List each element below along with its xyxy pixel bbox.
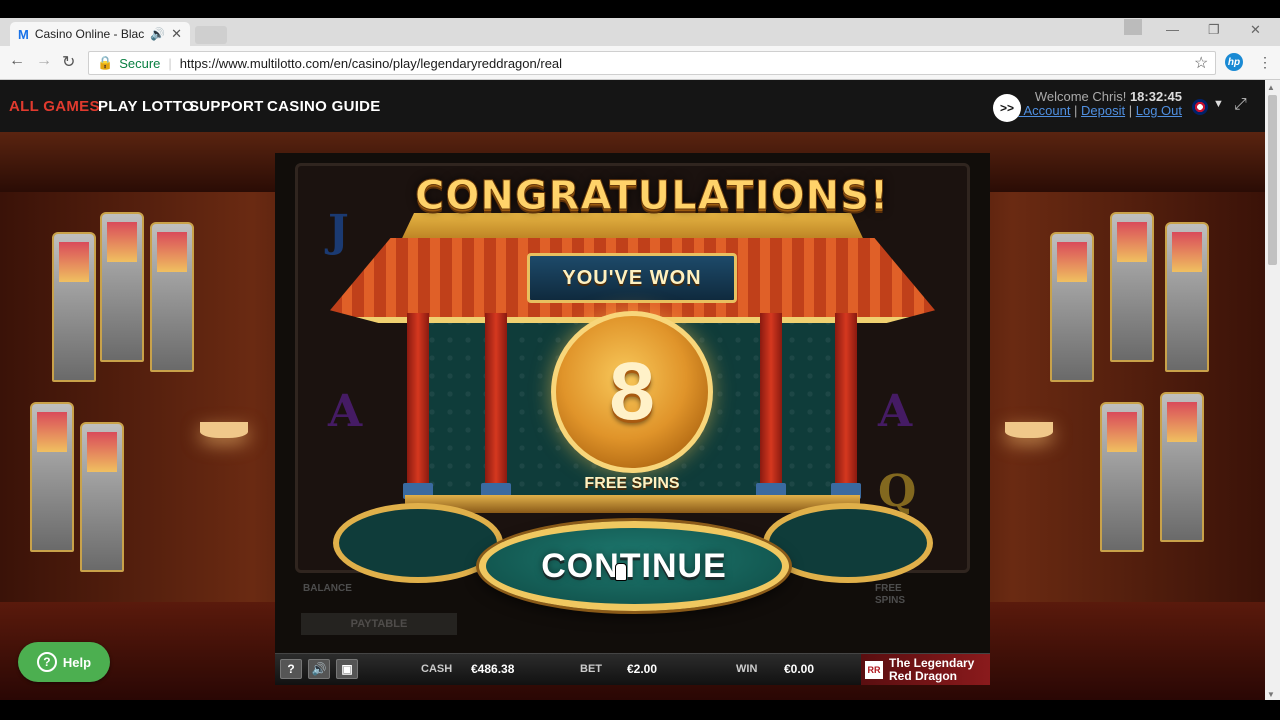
help-widget-button[interactable]: ? Help (18, 642, 110, 682)
pillar (407, 313, 429, 493)
screen: M Casino Online - Black 🔊 ✕ — ❐ ✕ ← → ↻ … (0, 0, 1280, 720)
reload-icon[interactable]: ↻ (62, 52, 75, 72)
log-out-link[interactable]: Log Out (1136, 103, 1182, 118)
uk-flag-icon[interactable] (1192, 99, 1208, 115)
forward-icon[interactable]: → (36, 52, 52, 70)
profile-icon[interactable] (1124, 19, 1142, 35)
pillar (835, 313, 857, 493)
new-tab-button[interactable] (195, 26, 227, 44)
close-window-icon[interactable]: ✕ (1250, 22, 1261, 38)
welcome-text: Welcome Chris! (1034, 89, 1127, 104)
url-text: https://www.multilotto.com/en/casino/pla… (179, 55, 563, 71)
address-bar[interactable]: 🔒 Secure | https://www.multilotto.com/en… (88, 51, 1216, 75)
slot-machine-decor (150, 222, 194, 372)
divider: | (168, 55, 172, 71)
lock-icon: 🔒 (97, 55, 114, 70)
fast-forward-button[interactable]: >> (993, 94, 1021, 122)
help-label: Help (62, 654, 92, 670)
menu-play-lotto[interactable]: PLAY LOTTO (98, 98, 194, 115)
stage-platform (405, 495, 860, 513)
speaker-icon: 🔊 (150, 27, 166, 41)
win-value: €0.00 (784, 662, 815, 676)
win-label: WIN (736, 663, 758, 675)
slot-game[interactable]: J A A Q BALANCE FREE SPINS PAYTABLE CONG… (275, 153, 990, 685)
pillar (760, 313, 782, 493)
hand-cursor-icon (615, 563, 627, 581)
clock: 18:32:45 (1129, 89, 1182, 104)
hp-extension-icon[interactable]: hp (1225, 53, 1243, 71)
ornament-right (763, 503, 933, 583)
account-links: My Account | Deposit | Log Out (1003, 103, 1182, 118)
game-brand: RR The Legendary Red Dragon (861, 654, 990, 685)
slot-machine-decor (1100, 402, 1144, 552)
slot-machine-decor (100, 212, 144, 362)
tab-title: Casino Online - Black (34, 27, 145, 41)
cash-value: €486.38 (471, 662, 515, 676)
bookmark-star-icon[interactable]: ☆ (1194, 53, 1208, 73)
bet-value: €2.00 (627, 662, 658, 676)
help-button[interactable]: ? (280, 659, 302, 679)
slot-machine-decor (1160, 392, 1204, 542)
lamp (1005, 422, 1053, 438)
game-title: The Legendary Red Dragon (889, 657, 974, 683)
continue-button[interactable]: CONTINUE (479, 521, 789, 611)
slot-machine-decor (1165, 222, 1209, 372)
language-caret-icon[interactable]: ▼ (1213, 98, 1224, 110)
continue-label: CONTINUE (541, 546, 727, 585)
pillar (485, 313, 507, 493)
slot-machine-decor (30, 402, 74, 552)
welcome-line: Welcome Chris! 18:32:45 (1035, 89, 1182, 104)
bet-label: BET (580, 663, 602, 675)
cash-label: CASH (421, 663, 453, 675)
scroll-up-icon[interactable]: ▲ (1267, 83, 1275, 92)
free-spins-count: 8 (609, 346, 655, 437)
question-icon: ? (36, 652, 57, 672)
back-icon[interactable]: ← (9, 52, 25, 70)
game-title-line-2: Red Dragon (889, 669, 958, 683)
red-rake-logo-icon: RR (865, 661, 883, 679)
minimize-icon[interactable]: — (1166, 22, 1179, 37)
tab-strip (0, 18, 1280, 46)
sound-icon[interactable]: 🔊 (308, 659, 330, 679)
fullscreen-game-icon[interactable]: ▣ (336, 659, 358, 679)
menu-casino-guide[interactable]: CASINO GUIDE (267, 98, 381, 115)
menu-support[interactable]: SUPPORT (189, 98, 264, 115)
game-control-bar: ? 🔊 ▣ CASH €486.38 BET €2.00 WIN €0.00 R… (275, 653, 990, 685)
multilotto-logo-icon: M (18, 26, 29, 42)
youve-won-banner: YOU'VE WON (527, 253, 737, 303)
close-tab-icon[interactable]: ✕ (171, 26, 182, 42)
free-spins-label: FREE SPINS (584, 475, 680, 492)
secure-label: Secure (119, 55, 161, 71)
restore-icon[interactable]: ❐ (1208, 22, 1220, 38)
scroll-down-icon[interactable]: ▼ (1267, 690, 1275, 699)
browser-menu-icon[interactable]: ⋮ (1258, 54, 1272, 71)
slot-machine-decor (1050, 232, 1094, 382)
ornament-left (333, 503, 503, 583)
slot-machine-decor (52, 232, 96, 382)
slot-machine-decor (1110, 212, 1154, 362)
scrollbar-thumb[interactable] (1268, 95, 1277, 265)
lamp (200, 422, 248, 438)
fullscreen-icon[interactable]: ⤢ (1234, 96, 1247, 114)
bottom-letterbox (0, 700, 1280, 720)
menu-all-games[interactable]: ALL GAMES (9, 98, 100, 115)
site-header: ALL GAMES PLAY LOTTO SUPPORT CASINO GUID… (0, 80, 1265, 132)
slot-machine-decor (80, 422, 124, 572)
deposit-link[interactable]: Deposit (1081, 103, 1125, 118)
gold-coin: 8 (551, 311, 713, 473)
congratulations-title: CONGRATULATIONS! (415, 173, 890, 220)
top-letterbox (0, 0, 1280, 18)
browser-tab[interactable]: M Casino Online - Black 🔊 ✕ (10, 22, 190, 46)
